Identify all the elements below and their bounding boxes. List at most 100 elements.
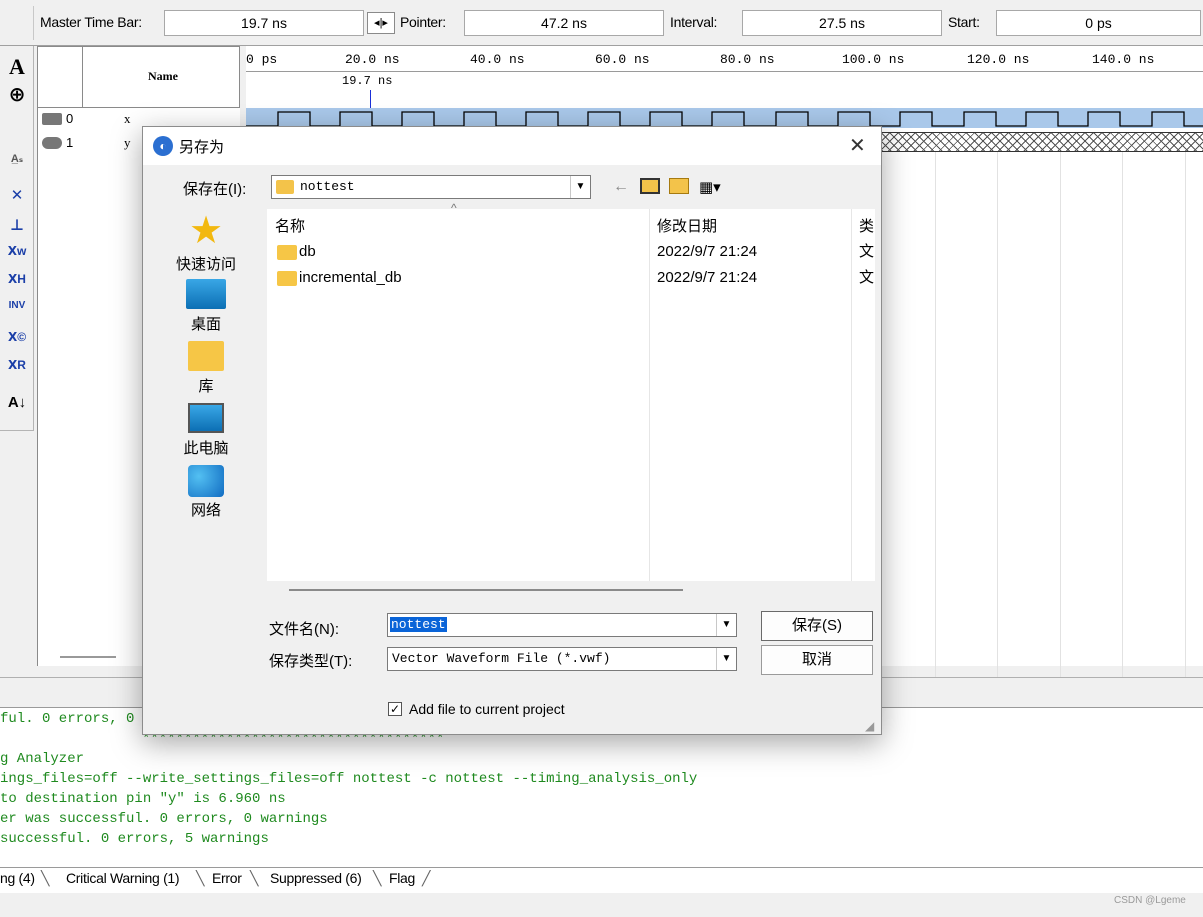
sort-icon[interactable]: A↓ bbox=[3, 394, 31, 418]
separator bbox=[33, 6, 34, 40]
x-waveform-fill bbox=[246, 108, 1203, 128]
filetype-label: 保存类型(T): bbox=[269, 653, 353, 670]
filename-input[interactable]: nottest ▼ bbox=[387, 613, 737, 637]
resize-grip-icon[interactable]: ◢ bbox=[865, 719, 874, 733]
place-label: 网络 bbox=[190, 502, 221, 519]
invert-icon[interactable]: INV bbox=[3, 300, 31, 324]
column-header-name[interactable]: 名称 bbox=[275, 215, 305, 236]
count-value-icon[interactable]: Ⅹ© bbox=[3, 330, 31, 354]
forcing-high-icon[interactable]: ⅩH bbox=[3, 272, 31, 296]
tab-separator: ╲ bbox=[41, 870, 50, 886]
desktop-icon bbox=[186, 279, 226, 309]
new-folder-icon[interactable] bbox=[669, 178, 689, 194]
save-button[interactable]: 保存(S) bbox=[761, 611, 873, 641]
text-tool-icon[interactable]: A bbox=[3, 54, 31, 79]
close-icon[interactable]: ✕ bbox=[849, 133, 866, 158]
filetype-select[interactable]: Vector Waveform File (*.vwf) ▼ bbox=[387, 647, 737, 671]
forcing-low-icon[interactable]: ⊥ bbox=[3, 216, 31, 240]
file-name: incremental_db bbox=[299, 269, 402, 286]
tab-flag[interactable]: Flag bbox=[389, 870, 415, 886]
place-quick-access[interactable]: ★ 快速访问 bbox=[163, 211, 249, 274]
view-menu-icon[interactable]: ▦▾ bbox=[699, 178, 721, 196]
zoom-icon[interactable]: ⊕ bbox=[3, 82, 31, 106]
filetype-value: Vector Waveform File (*.vwf) bbox=[392, 651, 611, 666]
log-line: to destination pin "y" is 6.960 ns bbox=[0, 791, 286, 807]
chevron-down-icon[interactable]: ▼ bbox=[716, 614, 736, 636]
chevron-down-icon[interactable]: ▼ bbox=[716, 648, 736, 670]
file-row[interactable]: incremental_db 2022/9/7 21:24 文 bbox=[267, 265, 874, 291]
grid-line bbox=[1122, 152, 1123, 712]
watermark: CSDN @Lgeme bbox=[1114, 895, 1186, 906]
grid-line bbox=[997, 152, 998, 712]
y-unknown-waveform bbox=[882, 132, 1203, 152]
back-arrow-icon[interactable]: ← bbox=[613, 178, 629, 196]
master-time-marker-label: 19.7 ns bbox=[342, 74, 393, 88]
pointer-label: Pointer: bbox=[400, 14, 446, 30]
tab-separator: ╱ bbox=[422, 870, 431, 886]
name-header-label: Name bbox=[148, 69, 178, 83]
tab-suppressed[interactable]: Suppressed (6) bbox=[270, 870, 362, 886]
dialog-title-bar[interactable]: ◐ 另存为 ✕ bbox=[143, 127, 881, 165]
chevron-down-icon[interactable]: ▼ bbox=[570, 176, 590, 198]
place-label: 快速访问 bbox=[175, 256, 236, 273]
waveform-tool-icon[interactable]: A̲ₛ bbox=[3, 152, 31, 176]
file-type: 文 bbox=[859, 243, 875, 260]
signal-index: 1 bbox=[66, 135, 74, 150]
app-icon: ◐ bbox=[153, 136, 173, 156]
time-ruler: 0 ps 20.0 ns 40.0 ns 60.0 ns 80.0 ns 100… bbox=[246, 46, 1203, 72]
place-label: 此电脑 bbox=[183, 440, 229, 457]
name-column-header: Name bbox=[37, 46, 240, 108]
input-pin-icon bbox=[42, 113, 62, 125]
time-bar-nav-arrows[interactable]: ◂|▸ bbox=[367, 12, 395, 34]
interval-field: 27.5 ns bbox=[742, 10, 942, 36]
tab-warning[interactable]: ng (4) bbox=[0, 870, 35, 886]
column-header-type[interactable]: 类 bbox=[859, 215, 874, 236]
master-time-bar-field[interactable]: 19.7 ns bbox=[164, 10, 364, 36]
dialog-title: 另存为 bbox=[179, 139, 225, 156]
file-list[interactable]: ^ 名称 修改日期 类 db 2022/9/7 21:24 文 incremen… bbox=[267, 201, 875, 581]
tick-label: 20.0 ns bbox=[345, 52, 400, 67]
file-name: db bbox=[299, 243, 316, 260]
tab-error[interactable]: Error bbox=[212, 870, 242, 886]
horizontal-scrollbar-thumb[interactable] bbox=[289, 589, 683, 591]
tick-label: 140.0 ns bbox=[1092, 52, 1155, 67]
grid-line bbox=[935, 152, 936, 712]
save-as-dialog: ◐ 另存为 ✕ 保存在(I): nottest ▼ ← ▦▾ ★ 快速访问 桌面… bbox=[142, 126, 882, 735]
tab-separator: ╲ bbox=[196, 870, 205, 886]
place-network[interactable]: 网络 bbox=[163, 465, 249, 520]
tick-label: 40.0 ns bbox=[470, 52, 525, 67]
place-library[interactable]: 库 bbox=[163, 341, 249, 396]
add-file-checkbox[interactable]: ✓ bbox=[388, 702, 402, 716]
filename-label: 文件名(N): bbox=[269, 621, 339, 638]
column-header-modified[interactable]: 修改日期 bbox=[657, 215, 717, 236]
tab-critical-warning[interactable]: Critical Warning (1) bbox=[66, 870, 180, 886]
tab-separator: ╲ bbox=[373, 870, 382, 886]
forcing-unknown-icon[interactable]: ✕ bbox=[3, 186, 31, 210]
random-value-icon[interactable]: ⅩR bbox=[3, 358, 31, 382]
up-folder-icon[interactable] bbox=[640, 178, 660, 194]
master-time-bar: Master Time Bar: 19.7 ns ◂|▸ Pointer: 47… bbox=[0, 0, 1203, 46]
place-this-pc[interactable]: 此电脑 bbox=[163, 403, 249, 458]
cancel-button[interactable]: 取消 bbox=[761, 645, 873, 675]
output-pin-icon bbox=[42, 137, 62, 149]
tick-label: 60.0 ns bbox=[595, 52, 650, 67]
horizontal-scrollbar-thumb[interactable] bbox=[60, 656, 116, 658]
add-file-label[interactable]: Add file to current project bbox=[409, 701, 565, 717]
start-field: 0 ps bbox=[996, 10, 1201, 36]
log-line: ings_files=off --write_settings_files=of… bbox=[0, 771, 698, 787]
sort-ascending-icon: ^ bbox=[451, 201, 457, 215]
forcing-weak-icon[interactable]: Ⅹw bbox=[3, 244, 31, 268]
computer-icon bbox=[188, 403, 224, 433]
tab-separator: ╲ bbox=[250, 870, 259, 886]
save-in-combo[interactable]: nottest ▼ bbox=[271, 175, 591, 199]
place-desktop[interactable]: 桌面 bbox=[163, 277, 249, 334]
save-in-value: nottest bbox=[300, 179, 355, 194]
message-tabs: ng (4) ╲ Critical Warning (1) ╲ Error ╲ … bbox=[0, 867, 1203, 893]
log-line: g Analyzer bbox=[0, 751, 85, 767]
start-label: Start: bbox=[948, 14, 980, 30]
star-icon: ★ bbox=[188, 210, 224, 252]
file-row[interactable]: db 2022/9/7 21:24 文 bbox=[267, 239, 875, 265]
signal-index: 0 bbox=[66, 111, 74, 126]
tick-label: 0 ps bbox=[246, 52, 278, 67]
folder-icon bbox=[276, 180, 294, 194]
